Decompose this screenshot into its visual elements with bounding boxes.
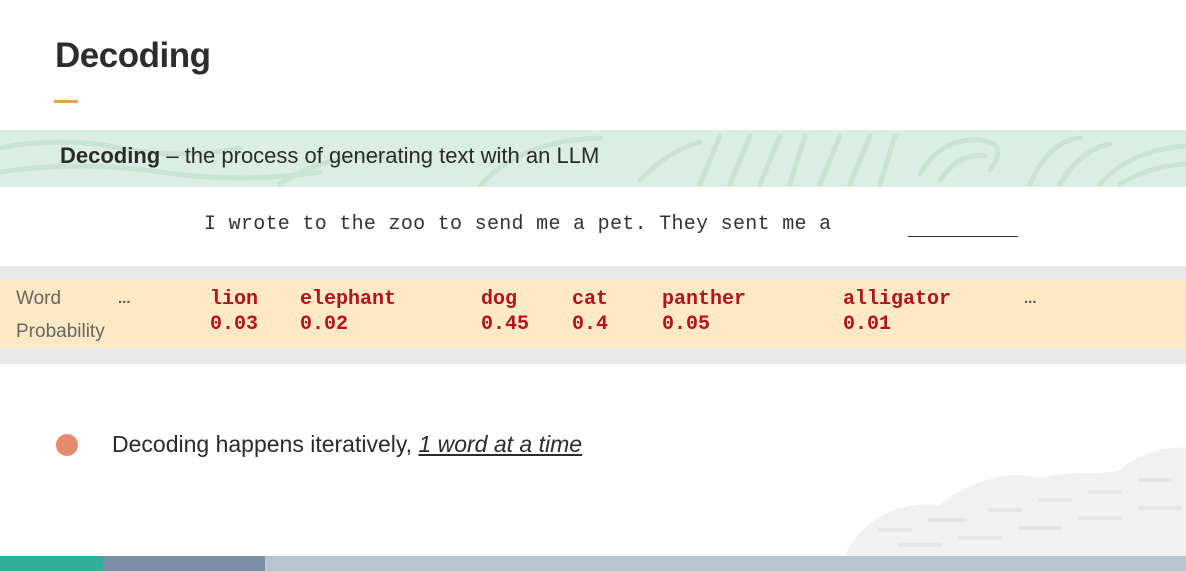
footer-bar-slate bbox=[103, 556, 265, 571]
footer-bar-teal bbox=[0, 556, 103, 571]
decorative-blob bbox=[845, 447, 1186, 556]
footer-bar-light bbox=[265, 556, 1186, 571]
